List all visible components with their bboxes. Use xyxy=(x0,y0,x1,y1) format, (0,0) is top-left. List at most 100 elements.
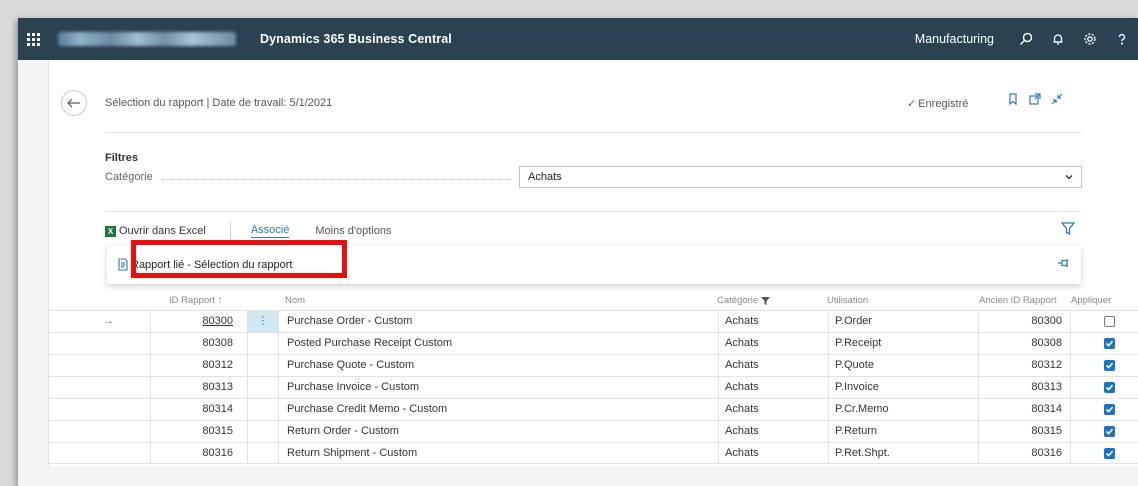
old-report-id[interactable]: 80316 xyxy=(978,443,1070,464)
pin-icon[interactable] xyxy=(1057,258,1069,271)
report-id[interactable]: 80316 xyxy=(150,443,248,464)
old-report-id[interactable]: 80308 xyxy=(978,333,1070,354)
report-category[interactable]: Achats xyxy=(718,421,828,442)
excel-icon: X xyxy=(105,225,116,237)
report-name[interactable]: Purchase Invoice - Custom xyxy=(278,377,718,398)
check-icon xyxy=(1105,406,1114,413)
table-row[interactable]: 80315 Return Order - Custom Achats P.Ret… xyxy=(49,420,1138,442)
category-label: Catégorie xyxy=(105,171,153,183)
report-name[interactable]: Return Shipment - Custom xyxy=(278,443,718,464)
apply-checkbox[interactable] xyxy=(1104,448,1115,459)
app-window: Dynamics 365 Business Central Manufactur… xyxy=(18,18,1138,486)
bell-icon[interactable] xyxy=(1042,18,1074,60)
report-name[interactable]: Purchase Order - Custom xyxy=(278,311,718,332)
report-name[interactable]: Posted Purchase Receipt Custom xyxy=(278,333,718,354)
row-selected-arrow-icon: → xyxy=(103,315,114,327)
row-menu-slot[interactable] xyxy=(248,355,278,376)
collapse-icon[interactable] xyxy=(1051,93,1063,108)
old-report-id[interactable]: 80315 xyxy=(978,421,1070,442)
row-menu-slot[interactable] xyxy=(248,399,278,420)
apply-checkbox[interactable] xyxy=(1104,338,1115,349)
apply-checkbox[interactable] xyxy=(1104,404,1115,415)
column-header-id[interactable]: ID Rapport ↑ xyxy=(169,295,222,306)
report-usage[interactable]: P.Return xyxy=(828,421,978,442)
report-category[interactable]: Achats xyxy=(718,333,828,354)
report-usage[interactable]: P.Quote xyxy=(828,355,978,376)
report-id[interactable]: 80315 xyxy=(150,421,248,442)
column-header-categorie[interactable]: Catégorie xyxy=(717,295,771,306)
table-row[interactable]: 80314 Purchase Credit Memo - Custom Acha… xyxy=(49,398,1138,420)
old-report-id[interactable]: 80300 xyxy=(978,311,1070,332)
open-new-window-icon[interactable] xyxy=(1029,93,1041,108)
report-usage[interactable]: P.Ret.Shpt. xyxy=(828,443,978,464)
report-id[interactable]: 80313 xyxy=(150,377,248,398)
check-icon xyxy=(1105,384,1114,391)
gear-icon[interactable] xyxy=(1074,18,1106,60)
report-category[interactable]: Achats xyxy=(718,377,828,398)
arrow-left-icon xyxy=(67,98,80,108)
row-menu-slot[interactable] xyxy=(248,377,278,398)
report-usage[interactable]: P.Cr.Memo xyxy=(828,399,978,420)
apply-cell xyxy=(1070,443,1138,464)
column-header-utilisation[interactable]: Utilisation xyxy=(827,295,868,306)
search-icon[interactable] xyxy=(1010,18,1042,60)
report-name[interactable]: Return Order - Custom xyxy=(278,421,718,442)
tab-associe[interactable]: Associé xyxy=(250,224,290,238)
action-divider xyxy=(229,222,231,240)
waffle-icon[interactable] xyxy=(18,18,48,60)
environment-label[interactable]: Manufacturing xyxy=(915,32,994,46)
column-header-categorie-label: Catégorie xyxy=(717,295,759,306)
apply-checkbox[interactable] xyxy=(1104,316,1115,327)
header-separator xyxy=(105,132,1081,133)
table-row[interactable]: 80316 Return Shipment - Custom Achats P.… xyxy=(49,442,1138,464)
apply-checkbox[interactable] xyxy=(1104,360,1115,371)
apply-checkbox[interactable] xyxy=(1104,382,1115,393)
filter-applied-icon xyxy=(761,296,771,305)
apply-cell xyxy=(1070,355,1138,376)
report-category[interactable]: Achats xyxy=(718,355,828,376)
table-row[interactable]: 80308 Posted Purchase Receipt Custom Ach… xyxy=(49,332,1138,354)
column-header-nom[interactable]: Nom xyxy=(285,295,305,306)
report-table: → 80300 ⋮ Purchase Order - Custom Achats… xyxy=(49,310,1138,464)
category-select[interactable]: Achats xyxy=(519,166,1082,188)
report-id[interactable]: 80308 xyxy=(150,333,248,354)
report-usage[interactable]: P.Order xyxy=(828,311,978,332)
report-category[interactable]: Achats xyxy=(718,399,828,420)
row-menu-slot[interactable] xyxy=(248,443,278,464)
apply-cell xyxy=(1070,377,1138,398)
open-in-excel-button[interactable]: X Ouvrir dans Excel xyxy=(105,225,206,237)
table-row[interactable]: 80313 Purchase Invoice - Custom Achats P… xyxy=(49,376,1138,398)
report-usage[interactable]: P.Receipt xyxy=(828,333,978,354)
app-title: Dynamics 365 Business Central xyxy=(260,32,452,46)
bookmark-icon[interactable] xyxy=(1007,93,1019,108)
report-id-link[interactable]: 80300 xyxy=(150,311,248,332)
table-row[interactable]: → 80300 ⋮ Purchase Order - Custom Achats… xyxy=(49,310,1138,332)
apply-cell xyxy=(1070,421,1138,442)
old-report-id[interactable]: 80314 xyxy=(978,399,1070,420)
table-row[interactable]: 80312 Purchase Quote - Custom Achats P.Q… xyxy=(49,354,1138,376)
back-button[interactable] xyxy=(61,90,87,116)
report-name[interactable]: Purchase Credit Memo - Custom xyxy=(278,399,718,420)
report-id[interactable]: 80314 xyxy=(150,399,248,420)
highlight-box xyxy=(131,240,347,278)
report-category[interactable]: Achats xyxy=(718,443,828,464)
row-menu-icon[interactable]: ⋮ xyxy=(248,311,278,332)
filter-icon[interactable] xyxy=(1060,222,1076,238)
column-header-appliquer[interactable]: Appliquer xyxy=(1071,295,1111,306)
report-category[interactable]: Achats xyxy=(718,311,828,332)
check-icon xyxy=(1105,428,1114,435)
check-icon xyxy=(1105,340,1114,347)
filters-title: Filtres xyxy=(105,152,139,164)
report-id[interactable]: 80312 xyxy=(150,355,248,376)
saved-status: ✓ Enregistré xyxy=(907,97,968,110)
help-icon[interactable] xyxy=(1106,18,1138,60)
row-menu-slot[interactable] xyxy=(248,333,278,354)
old-report-id[interactable]: 80313 xyxy=(978,377,1070,398)
fewer-options-button[interactable]: Moins d'options xyxy=(315,225,391,237)
report-name[interactable]: Purchase Quote - Custom xyxy=(278,355,718,376)
row-menu-slot[interactable] xyxy=(248,421,278,442)
apply-checkbox[interactable] xyxy=(1104,426,1115,437)
old-report-id[interactable]: 80312 xyxy=(978,355,1070,376)
report-usage[interactable]: P.Invoice xyxy=(828,377,978,398)
column-header-ancien-id[interactable]: Ancien ID Rapport xyxy=(979,295,1057,306)
